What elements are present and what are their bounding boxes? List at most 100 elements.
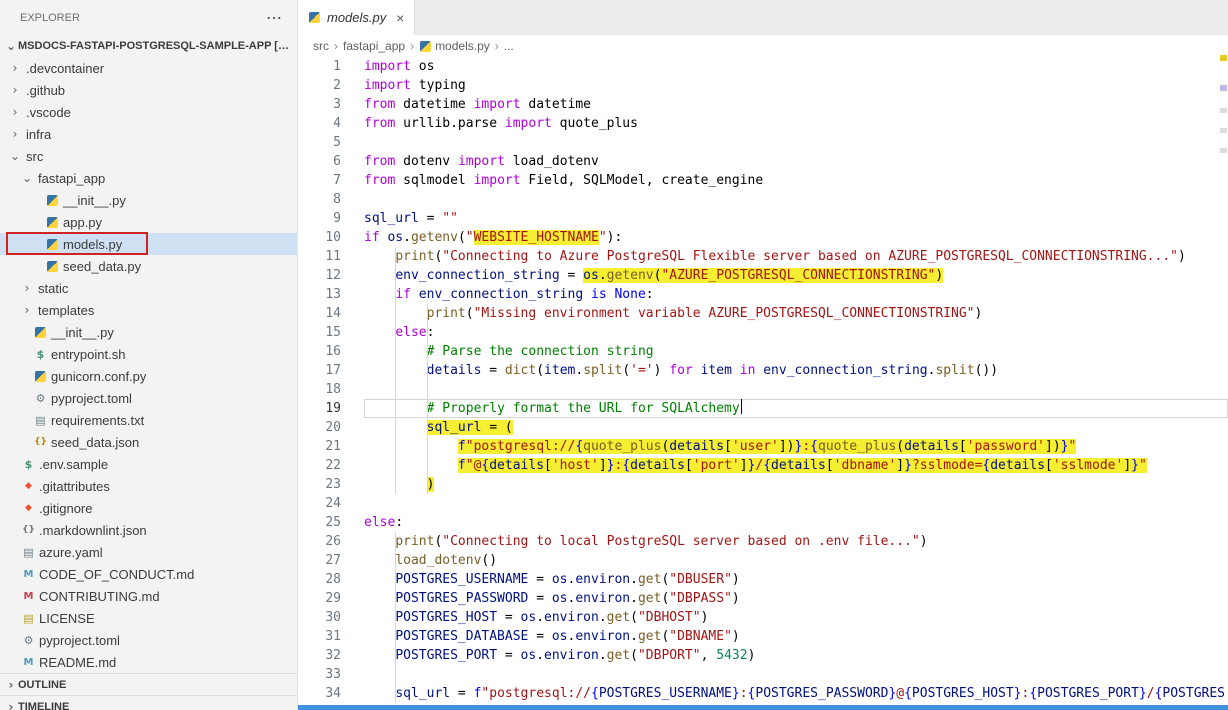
breadcrumb-item[interactable]: models.py — [435, 39, 490, 53]
chevron-right-icon[interactable]: › — [20, 281, 34, 295]
tree-item-label: .gitignore — [39, 501, 92, 516]
code-line[interactable]: 10if os.getenv("WEBSITE_HOSTNAME"): — [298, 228, 1228, 247]
code-line[interactable]: 34 sql_url = f"postgresql://{POSTGRES_US… — [298, 684, 1228, 703]
code-line[interactable]: 24 — [298, 494, 1228, 513]
workspace-root[interactable]: ⌄ MSDOCS-FASTAPI-POSTGRESQL-SAMPLE-APP [… — [0, 35, 297, 57]
code-line[interactable]: 13 if env_connection_string is None: — [298, 285, 1228, 304]
code-line[interactable]: 12 env_connection_string = os.getenv("AZ… — [298, 266, 1228, 285]
tree-item-.vscode[interactable]: ›.vscode — [0, 101, 297, 123]
tree-item-__init__.py[interactable]: __init__.py — [0, 189, 297, 211]
code-line[interactable]: 19 # Properly format the URL for SQLAlch… — [298, 399, 1228, 418]
line-number: 27 — [298, 551, 364, 570]
code-editor[interactable]: 1import os2import typing3from datetime i… — [298, 57, 1228, 710]
python-file-icon — [47, 261, 58, 272]
tree-item-models.py[interactable]: models.py — [0, 233, 297, 255]
code-line[interactable]: 30 POSTGRES_HOST = os.environ.get("DBHOS… — [298, 608, 1228, 627]
tree-item-gunicorn.conf.py[interactable]: gunicorn.conf.py — [0, 365, 297, 387]
code-line[interactable]: 14 print("Missing environment variable A… — [298, 304, 1228, 323]
tree-item-infra[interactable]: ›infra — [0, 123, 297, 145]
tree-item-fastapi_app[interactable]: ⌄ fastapi_app — [0, 167, 297, 189]
tree-item-CODE_OF_CONDUCT.md[interactable]: MCODE_OF_CONDUCT.md — [0, 563, 297, 585]
tree-item-azure.yaml[interactable]: ▤azure.yaml — [0, 541, 297, 563]
code-line[interactable]: 16 # Parse the connection string — [298, 342, 1228, 361]
code-line[interactable]: 25else: — [298, 513, 1228, 532]
chevron-right-icon[interactable]: › — [20, 303, 34, 317]
tree-item-seed_data.py[interactable]: seed_data.py — [0, 255, 297, 277]
line-content: print("Connecting to Azure PostgreSQL Fl… — [364, 247, 1228, 266]
tree-item-pyproject.toml[interactable]: ⚙pyproject.toml — [0, 629, 297, 651]
chevron-right-icon: › — [495, 39, 499, 53]
code-line[interactable]: 21 f"postgresql://{quote_plus(details['u… — [298, 437, 1228, 456]
code-line[interactable]: 1import os — [298, 57, 1228, 76]
tree-item-label: CONTRIBUTING.md — [39, 589, 160, 604]
tree-item-.gitattributes[interactable]: ◆.gitattributes — [0, 475, 297, 497]
tree-item-static[interactable]: ›static — [0, 277, 297, 299]
chevron-right-icon[interactable]: › — [8, 61, 22, 75]
tree-item-pyproject.toml[interactable]: ⚙pyproject.toml — [0, 387, 297, 409]
tree-item-seed_data.json[interactable]: {}seed_data.json — [0, 431, 297, 453]
breadcrumb-item[interactable]: src — [313, 39, 329, 53]
code-line[interactable]: 33 — [298, 665, 1228, 684]
chevron-right-icon[interactable]: › — [8, 105, 22, 119]
tree-item-requirements.txt[interactable]: ▤requirements.txt — [0, 409, 297, 431]
tree-item-.env.sample[interactable]: $.env.sample — [0, 453, 297, 475]
tree-item-.devcontainer[interactable]: ›.devcontainer — [0, 57, 297, 79]
tree-item-CONTRIBUTING.md[interactable]: MCONTRIBUTING.md — [0, 585, 297, 607]
code-line[interactable]: 18 — [298, 380, 1228, 399]
tree-item-entrypoint.sh[interactable]: $entrypoint.sh — [0, 343, 297, 365]
line-number: 5 — [298, 133, 364, 152]
code-line[interactable]: 32 POSTGRES_PORT = os.environ.get("DBPOR… — [298, 646, 1228, 665]
line-number: 12 — [298, 266, 364, 285]
tab-models-py[interactable]: models.py × — [298, 0, 415, 35]
code-line[interactable]: 2import typing — [298, 76, 1228, 95]
timeline-section-header[interactable]: › TIMELINE — [0, 695, 297, 710]
chevron-right-icon[interactable]: › — [8, 83, 22, 97]
tree-item-.markdownlint.json[interactable]: {}.markdownlint.json — [0, 519, 297, 541]
code-line[interactable]: 29 POSTGRES_PASSWORD = os.environ.get("D… — [298, 589, 1228, 608]
tree-item-__init__.py[interactable]: __init__.py — [0, 321, 297, 343]
line-content: sql_url = f"postgresql://{POSTGRES_USERN… — [364, 684, 1228, 703]
tree-item-label: gunicorn.conf.py — [51, 369, 146, 384]
code-line[interactable]: 3from datetime import datetime — [298, 95, 1228, 114]
tree-item-LICENSE[interactable]: ▤LICENSE — [0, 607, 297, 629]
code-line[interactable]: 17 details = dict(item.split('=') for it… — [298, 361, 1228, 380]
code-line[interactable]: 5 — [298, 133, 1228, 152]
tree-item-label: app.py — [63, 215, 102, 230]
code-line[interactable]: 27 load_dotenv() — [298, 551, 1228, 570]
line-number: 8 — [298, 190, 364, 209]
more-actions-icon[interactable]: ⋯ — [266, 8, 283, 28]
code-line[interactable]: 22 f"@{details['host']}:{details['port']… — [298, 456, 1228, 475]
code-line[interactable]: 20 sql_url = ( — [298, 418, 1228, 437]
tree-item-app.py[interactable]: app.py — [0, 211, 297, 233]
code-line[interactable]: 8 — [298, 190, 1228, 209]
tree-item-README.md[interactable]: MREADME.md — [0, 651, 297, 673]
tree-item-src[interactable]: ⌄src — [0, 145, 297, 167]
chevron-down-icon[interactable]: ⌄ — [20, 171, 34, 185]
code-line[interactable]: 6from dotenv import load_dotenv — [298, 152, 1228, 171]
code-line[interactable]: 11 print("Connecting to Azure PostgreSQL… — [298, 247, 1228, 266]
code-line[interactable]: 26 print("Connecting to local PostgreSQL… — [298, 532, 1228, 551]
code-line[interactable]: 9sql_url = "" — [298, 209, 1228, 228]
outline-section-header[interactable]: › OUTLINE — [0, 673, 297, 695]
code-line[interactable]: 31 POSTGRES_DATABASE = os.environ.get("D… — [298, 627, 1228, 646]
code-line[interactable]: 15 else: — [298, 323, 1228, 342]
tree-item-templates[interactable]: ›templates — [0, 299, 297, 321]
line-content — [364, 190, 1228, 209]
breadcrumb-item[interactable]: fastapi_app — [343, 39, 405, 53]
line-content: from datetime import datetime — [364, 95, 1228, 114]
code-line[interactable]: 4from urllib.parse import quote_plus — [298, 114, 1228, 133]
tab-bar: models.py × — [298, 0, 1228, 35]
chevron-down-icon[interactable]: ⌄ — [8, 149, 22, 163]
code-line[interactable]: 28 POSTGRES_USERNAME = os.environ.get("D… — [298, 570, 1228, 589]
tree-item-label: fastapi_app — [38, 171, 105, 186]
tree-item-.github[interactable]: ›.github — [0, 79, 297, 101]
close-icon[interactable]: × — [396, 10, 404, 26]
chevron-right-icon: › — [4, 678, 18, 692]
horizontal-scrollbar[interactable] — [298, 705, 1228, 710]
breadcrumb-item[interactable]: ... — [504, 39, 514, 53]
line-content: # Properly format the URL for SQLAlchemy — [364, 399, 1228, 418]
tree-item-.gitignore[interactable]: ◆.gitignore — [0, 497, 297, 519]
code-line[interactable]: 23 ) — [298, 475, 1228, 494]
chevron-right-icon[interactable]: › — [8, 127, 22, 141]
code-line[interactable]: 7from sqlmodel import Field, SQLModel, c… — [298, 171, 1228, 190]
